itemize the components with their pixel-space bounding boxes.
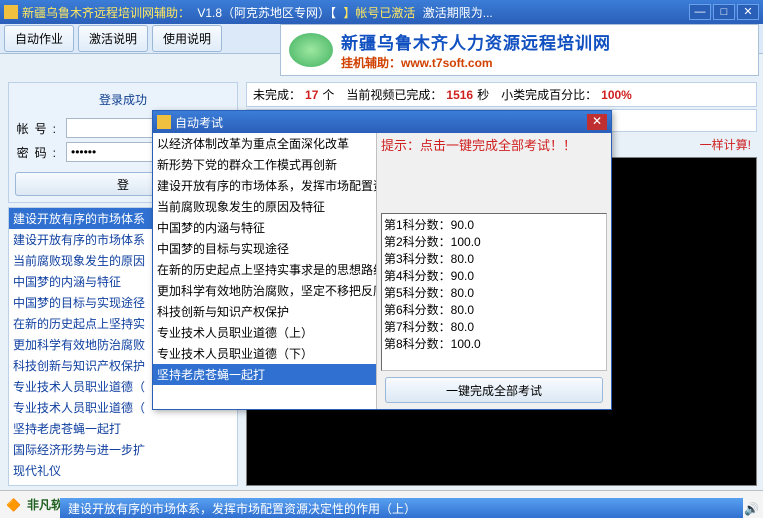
app-icon	[4, 5, 18, 19]
window-titlebar: 新疆乌鲁木齐远程培训网辅助： V1.8（阿克苏地区专网）【 】帐号已激活 激活期…	[0, 0, 763, 24]
exam-item[interactable]: 专业技术人员职业道德（上）	[153, 322, 376, 343]
dialog-close-button[interactable]: ✕	[587, 114, 607, 130]
dialog-icon	[157, 115, 171, 129]
exam-item[interactable]: 当前腐败现象发生的原因及特征	[153, 196, 376, 217]
exam-item[interactable]: 建设开放有序的市场体系，发挥市场配置资	[153, 175, 376, 196]
activate-info-button[interactable]: 激活说明	[78, 25, 148, 52]
window-title: 新疆乌鲁木齐远程培训网辅助： V1.8（阿克苏地区专网）【 】帐号已激活 激活期…	[22, 4, 689, 21]
footer-logo-icon: 🔶	[6, 498, 21, 512]
password-label: 密码:	[15, 144, 66, 161]
auto-homework-button[interactable]: 自动作业	[4, 25, 74, 52]
incomplete-label: 未完成：	[253, 88, 301, 102]
exam-item[interactable]: 更加科学有效地防治腐败，坚定不移把反腐	[153, 280, 376, 301]
score-row: 第7科分数：80.0	[384, 318, 604, 335]
status-text: 建设开放有序的市场体系，发挥市场配置资源决定性的作用（上）	[60, 498, 743, 518]
exam-item[interactable]: 在新的历史起点上坚持实事求是的思想路线	[153, 259, 376, 280]
minimize-button[interactable]: —	[689, 4, 711, 20]
percent-value: 100%	[601, 88, 632, 102]
course-item[interactable]: 现代礼仪	[9, 460, 237, 481]
video-unit: 秒	[477, 88, 489, 102]
incomplete-unit: 个	[322, 88, 334, 102]
exam-list[interactable]: 以经济体制改革为重点全面深化改革新形势下党的群众工作模式再创新建设开放有序的市场…	[153, 133, 377, 409]
course-item[interactable]: 坚持老虎苍蝇一起打	[9, 418, 237, 439]
account-label: 帐号:	[15, 120, 66, 137]
exam-item[interactable]: 新形势下党的群众工作模式再创新	[153, 154, 376, 175]
maximize-button[interactable]: □	[713, 4, 735, 20]
close-button[interactable]: ✕	[737, 4, 759, 20]
exam-item[interactable]: 中国梦的目标与实现途径	[153, 238, 376, 259]
course-item[interactable]: 人生与养生	[9, 481, 237, 486]
dialog-title: 自动考试	[175, 114, 587, 131]
banner-sub-label: 挂机辅助：	[341, 56, 401, 70]
score-row: 第8科分数：100.0	[384, 335, 604, 352]
score-list[interactable]: 第1科分数：90.0第2科分数：100.0第3科分数：80.0第4科分数：90.…	[381, 213, 607, 371]
auto-exam-dialog: 自动考试 ✕ 以经济体制改革为重点全面深化改革新形势下党的群众工作模式再创新建设…	[152, 110, 612, 410]
banner-subtitle: 挂机辅助：www.t7soft.com	[341, 54, 758, 71]
dialog-hint: 提示：点击一键完成全部考试！！	[381, 137, 607, 209]
usage-info-button[interactable]: 使用说明	[152, 25, 222, 52]
complete-all-button[interactable]: 一键完成全部考试	[385, 377, 603, 403]
title-version: V1.8（阿克苏地区专网）【	[197, 6, 336, 20]
exam-item[interactable]: 以经济体制改革为重点全面深化改革	[153, 133, 376, 154]
exam-item[interactable]: 专业技术人员职业道德（下）	[153, 343, 376, 364]
sound-icon[interactable]: 🔊	[744, 502, 759, 516]
score-row: 第2科分数：100.0	[384, 233, 604, 250]
course-item[interactable]: 国际经济形势与进一步扩	[9, 439, 237, 460]
score-row: 第1科分数：90.0	[384, 216, 604, 233]
video-value: 1516	[446, 88, 473, 102]
video-label: 当前视频已完成：	[346, 88, 442, 102]
title-status: 】帐号已激活	[343, 6, 415, 20]
percent-label: 小类完成百分比：	[501, 88, 597, 102]
score-row: 第3科分数：80.0	[384, 250, 604, 267]
exam-item[interactable]: 科技创新与知识产权保护	[153, 301, 376, 322]
incomplete-value: 17	[305, 88, 318, 102]
dialog-titlebar: 自动考试 ✕	[153, 111, 611, 133]
title-prefix: 新疆乌鲁木齐远程培训网辅助：	[22, 6, 190, 20]
score-row: 第6科分数：80.0	[384, 301, 604, 318]
banner: 新疆乌鲁木齐人力资源远程培训网 挂机辅助：www.t7soft.com	[280, 24, 759, 76]
title-extra: 激活期限为...	[423, 6, 493, 20]
score-row: 第5科分数：80.0	[384, 284, 604, 301]
banner-logo-icon	[289, 33, 333, 67]
banner-title: 新疆乌鲁木齐人力资源远程培训网	[341, 29, 758, 54]
exam-item[interactable]: 坚持老虎苍蝇一起打	[153, 364, 376, 385]
score-row: 第4科分数：90.0	[384, 267, 604, 284]
exam-item[interactable]: 中国梦的内涵与特征	[153, 217, 376, 238]
stats-bar: 未完成： 17 个 当前视频已完成： 1516 秒 小类完成百分比： 100%	[246, 82, 757, 107]
banner-sub-url: www.t7soft.com	[401, 56, 493, 70]
